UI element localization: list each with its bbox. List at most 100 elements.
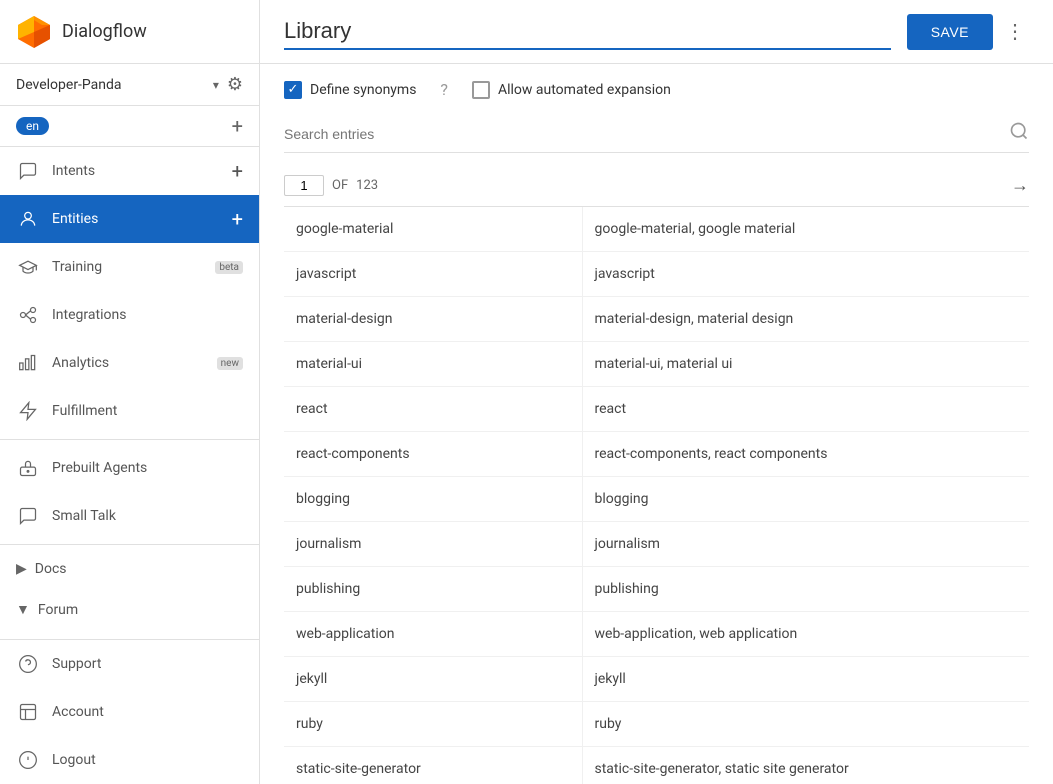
define-synonyms-label: Define synonyms	[310, 82, 416, 98]
search-box	[284, 115, 1029, 153]
table-row[interactable]: google-material google-material, google …	[284, 207, 1029, 252]
search-row	[260, 115, 1053, 165]
entities-table-area: OF 123 → google-material google-material…	[260, 165, 1053, 784]
sidebar-item-training[interactable]: Training beta	[0, 243, 259, 291]
sidebar-item-fulfillment[interactable]: Fulfillment	[0, 387, 259, 435]
nav-divider-2	[0, 544, 259, 545]
entity-key: google-material	[284, 207, 582, 252]
sidebar-item-integrations[interactable]: Integrations	[0, 291, 259, 339]
entity-value: web-application, web application	[582, 612, 1029, 657]
sidebar-item-analytics[interactable]: Analytics new	[0, 339, 259, 387]
entity-value: react-components, react components	[582, 432, 1029, 477]
account-icon	[16, 700, 40, 724]
entity-value: material-ui, material ui	[582, 342, 1029, 387]
table-row[interactable]: material-design material-design, materia…	[284, 297, 1029, 342]
save-button[interactable]: SAVE	[907, 14, 993, 50]
page-title-input[interactable]	[284, 14, 891, 50]
nav-divider-1	[0, 439, 259, 440]
search-icon[interactable]	[1009, 121, 1029, 146]
entity-value: static-site-generator, static site gener…	[582, 747, 1029, 784]
forum-label: Forum	[38, 602, 243, 618]
table-row[interactable]: publishing publishing	[284, 567, 1029, 612]
table-row[interactable]: material-ui material-ui, material ui	[284, 342, 1029, 387]
entity-key: react-components	[284, 432, 582, 477]
sidebar-item-account[interactable]: Account	[0, 688, 259, 736]
account-dropdown-icon[interactable]: ▾	[213, 78, 219, 92]
entity-key: journalism	[284, 522, 582, 567]
support-label: Support	[52, 656, 243, 672]
add-entity-button[interactable]: +	[232, 207, 243, 231]
small-talk-icon	[16, 504, 40, 528]
prebuilt-agents-icon	[16, 456, 40, 480]
search-input[interactable]	[284, 126, 1009, 142]
entity-value: blogging	[582, 477, 1029, 522]
support-icon	[16, 652, 40, 676]
entities-label: Entities	[52, 211, 232, 227]
entity-value: journalism	[582, 522, 1029, 567]
table-row[interactable]: react react	[284, 387, 1029, 432]
docs-label: Docs	[35, 561, 243, 577]
entity-key: javascript	[284, 252, 582, 297]
settings-icon[interactable]: ⚙	[227, 74, 243, 95]
training-label: Training	[52, 259, 211, 275]
sidebar-item-forum[interactable]: ▼ Forum	[0, 589, 259, 630]
entity-key: jekyll	[284, 657, 582, 702]
add-language-button[interactable]: +	[232, 114, 243, 138]
table-row[interactable]: blogging blogging	[284, 477, 1029, 522]
sidebar-item-docs[interactable]: ▶ Docs	[0, 549, 259, 589]
sidebar-footer: Support Account Logout	[0, 639, 259, 784]
entity-key: ruby	[284, 702, 582, 747]
intents-label: Intents	[52, 163, 232, 179]
table-row[interactable]: react-components react-components, react…	[284, 432, 1029, 477]
entity-key: material-ui	[284, 342, 582, 387]
table-row[interactable]: web-application web-application, web app…	[284, 612, 1029, 657]
total-pages: 123	[356, 178, 378, 193]
table-row[interactable]: journalism journalism	[284, 522, 1029, 567]
next-page-button[interactable]: →	[1011, 175, 1029, 196]
language-chip[interactable]: en	[16, 117, 49, 135]
entity-value: material-design, material design	[582, 297, 1029, 342]
docs-chevron-icon: ▶	[16, 561, 27, 577]
table-row[interactable]: javascript javascript	[284, 252, 1029, 297]
fulfillment-label: Fulfillment	[52, 403, 243, 419]
sidebar-item-support[interactable]: Support	[0, 640, 259, 688]
app-name: Dialogflow	[62, 21, 147, 42]
define-synonyms-help-icon[interactable]: ?	[440, 80, 448, 99]
add-intent-button[interactable]: +	[232, 159, 243, 183]
page-number-input[interactable]	[284, 175, 324, 196]
logout-icon	[16, 748, 40, 772]
define-synonyms-checkbox[interactable]: ✓	[284, 81, 302, 99]
entity-key: react	[284, 387, 582, 432]
sidebar-item-logout[interactable]: Logout	[0, 736, 259, 784]
entity-value: ruby	[582, 702, 1029, 747]
entity-key: web-application	[284, 612, 582, 657]
entities-icon	[16, 207, 40, 231]
pagination-row: OF 123 →	[284, 165, 1029, 207]
training-icon	[16, 255, 40, 279]
entity-table: google-material google-material, google …	[284, 207, 1029, 784]
allow-expansion-checkbox-label[interactable]: Allow automated expansion	[472, 81, 671, 99]
account-selector[interactable]: Developer-Panda ▾ ⚙	[0, 64, 259, 106]
sidebar-item-small-talk[interactable]: Small Talk	[0, 492, 259, 540]
forum-chevron-icon: ▼	[16, 601, 30, 618]
small-talk-label: Small Talk	[52, 508, 243, 524]
allow-expansion-checkbox[interactable]	[472, 81, 490, 99]
analytics-badge: new	[217, 357, 243, 370]
define-synonyms-checkbox-label[interactable]: ✓ Define synonyms	[284, 81, 416, 99]
table-row[interactable]: ruby ruby	[284, 702, 1029, 747]
entity-key: static-site-generator	[284, 747, 582, 784]
integrations-label: Integrations	[52, 307, 243, 323]
more-options-button[interactable]: ⋮	[1001, 15, 1029, 48]
table-row[interactable]: static-site-generator static-site-genera…	[284, 747, 1029, 784]
sidebar-item-prebuilt-agents[interactable]: Prebuilt Agents	[0, 444, 259, 492]
entity-key: publishing	[284, 567, 582, 612]
options-row: ✓ Define synonyms ? Allow automated expa…	[260, 64, 1053, 115]
main-header: SAVE ⋮	[260, 0, 1053, 64]
integrations-icon	[16, 303, 40, 327]
entity-value: publishing	[582, 567, 1029, 612]
sidebar-item-entities[interactable]: Entities +	[0, 195, 259, 243]
table-row[interactable]: jekyll jekyll	[284, 657, 1029, 702]
prebuilt-agents-label: Prebuilt Agents	[52, 460, 243, 476]
sidebar-item-intents[interactable]: Intents +	[0, 147, 259, 195]
sidebar: Dialogflow Developer-Panda ▾ ⚙ en + Inte…	[0, 0, 260, 784]
